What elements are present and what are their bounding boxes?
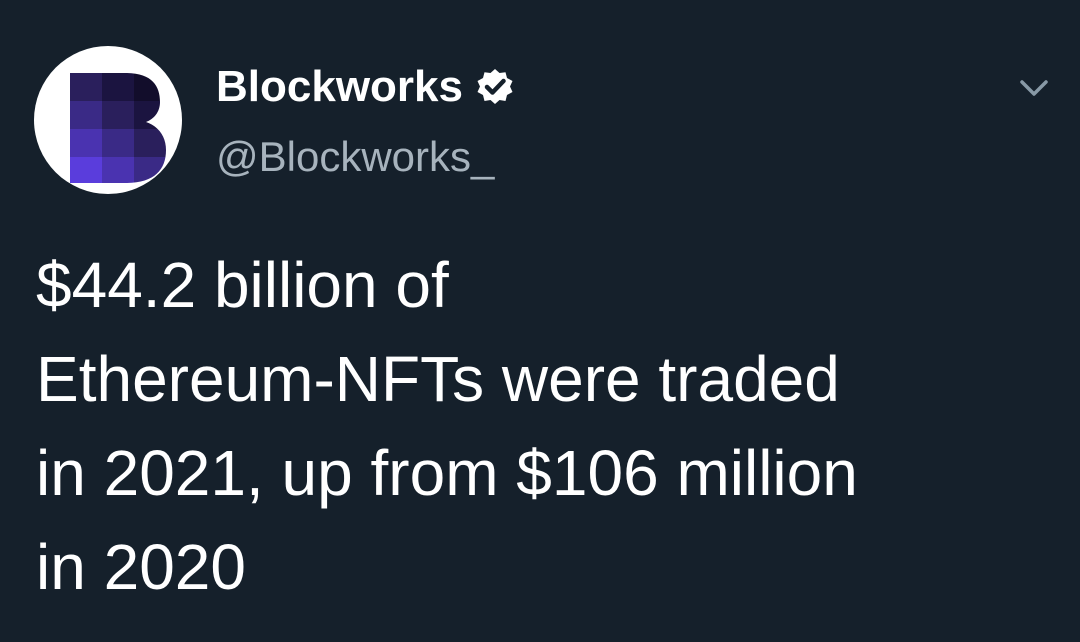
tweet-text-line: in 2021, up from $106 million	[36, 437, 858, 509]
tweet-text-line: $44.2 billion of	[36, 249, 449, 321]
tweet-header: Blockworks @Blockworks_	[0, 0, 1080, 210]
tweet-text-line: in 2020	[36, 531, 246, 603]
tweet-text: $44.2 billion of Ethereum-NFTs were trad…	[36, 238, 1046, 614]
avatar[interactable]	[34, 46, 182, 194]
blockworks-logo-icon	[70, 73, 166, 183]
author-name-row[interactable]: Blockworks	[216, 60, 515, 114]
chevron-down-icon[interactable]	[1014, 72, 1054, 104]
author-display-name[interactable]: Blockworks	[216, 60, 463, 114]
author-handle[interactable]: @Blockworks_	[216, 130, 494, 184]
tweet-text-line: Ethereum-NFTs were traded	[36, 343, 840, 415]
verified-badge-icon	[477, 69, 513, 104]
